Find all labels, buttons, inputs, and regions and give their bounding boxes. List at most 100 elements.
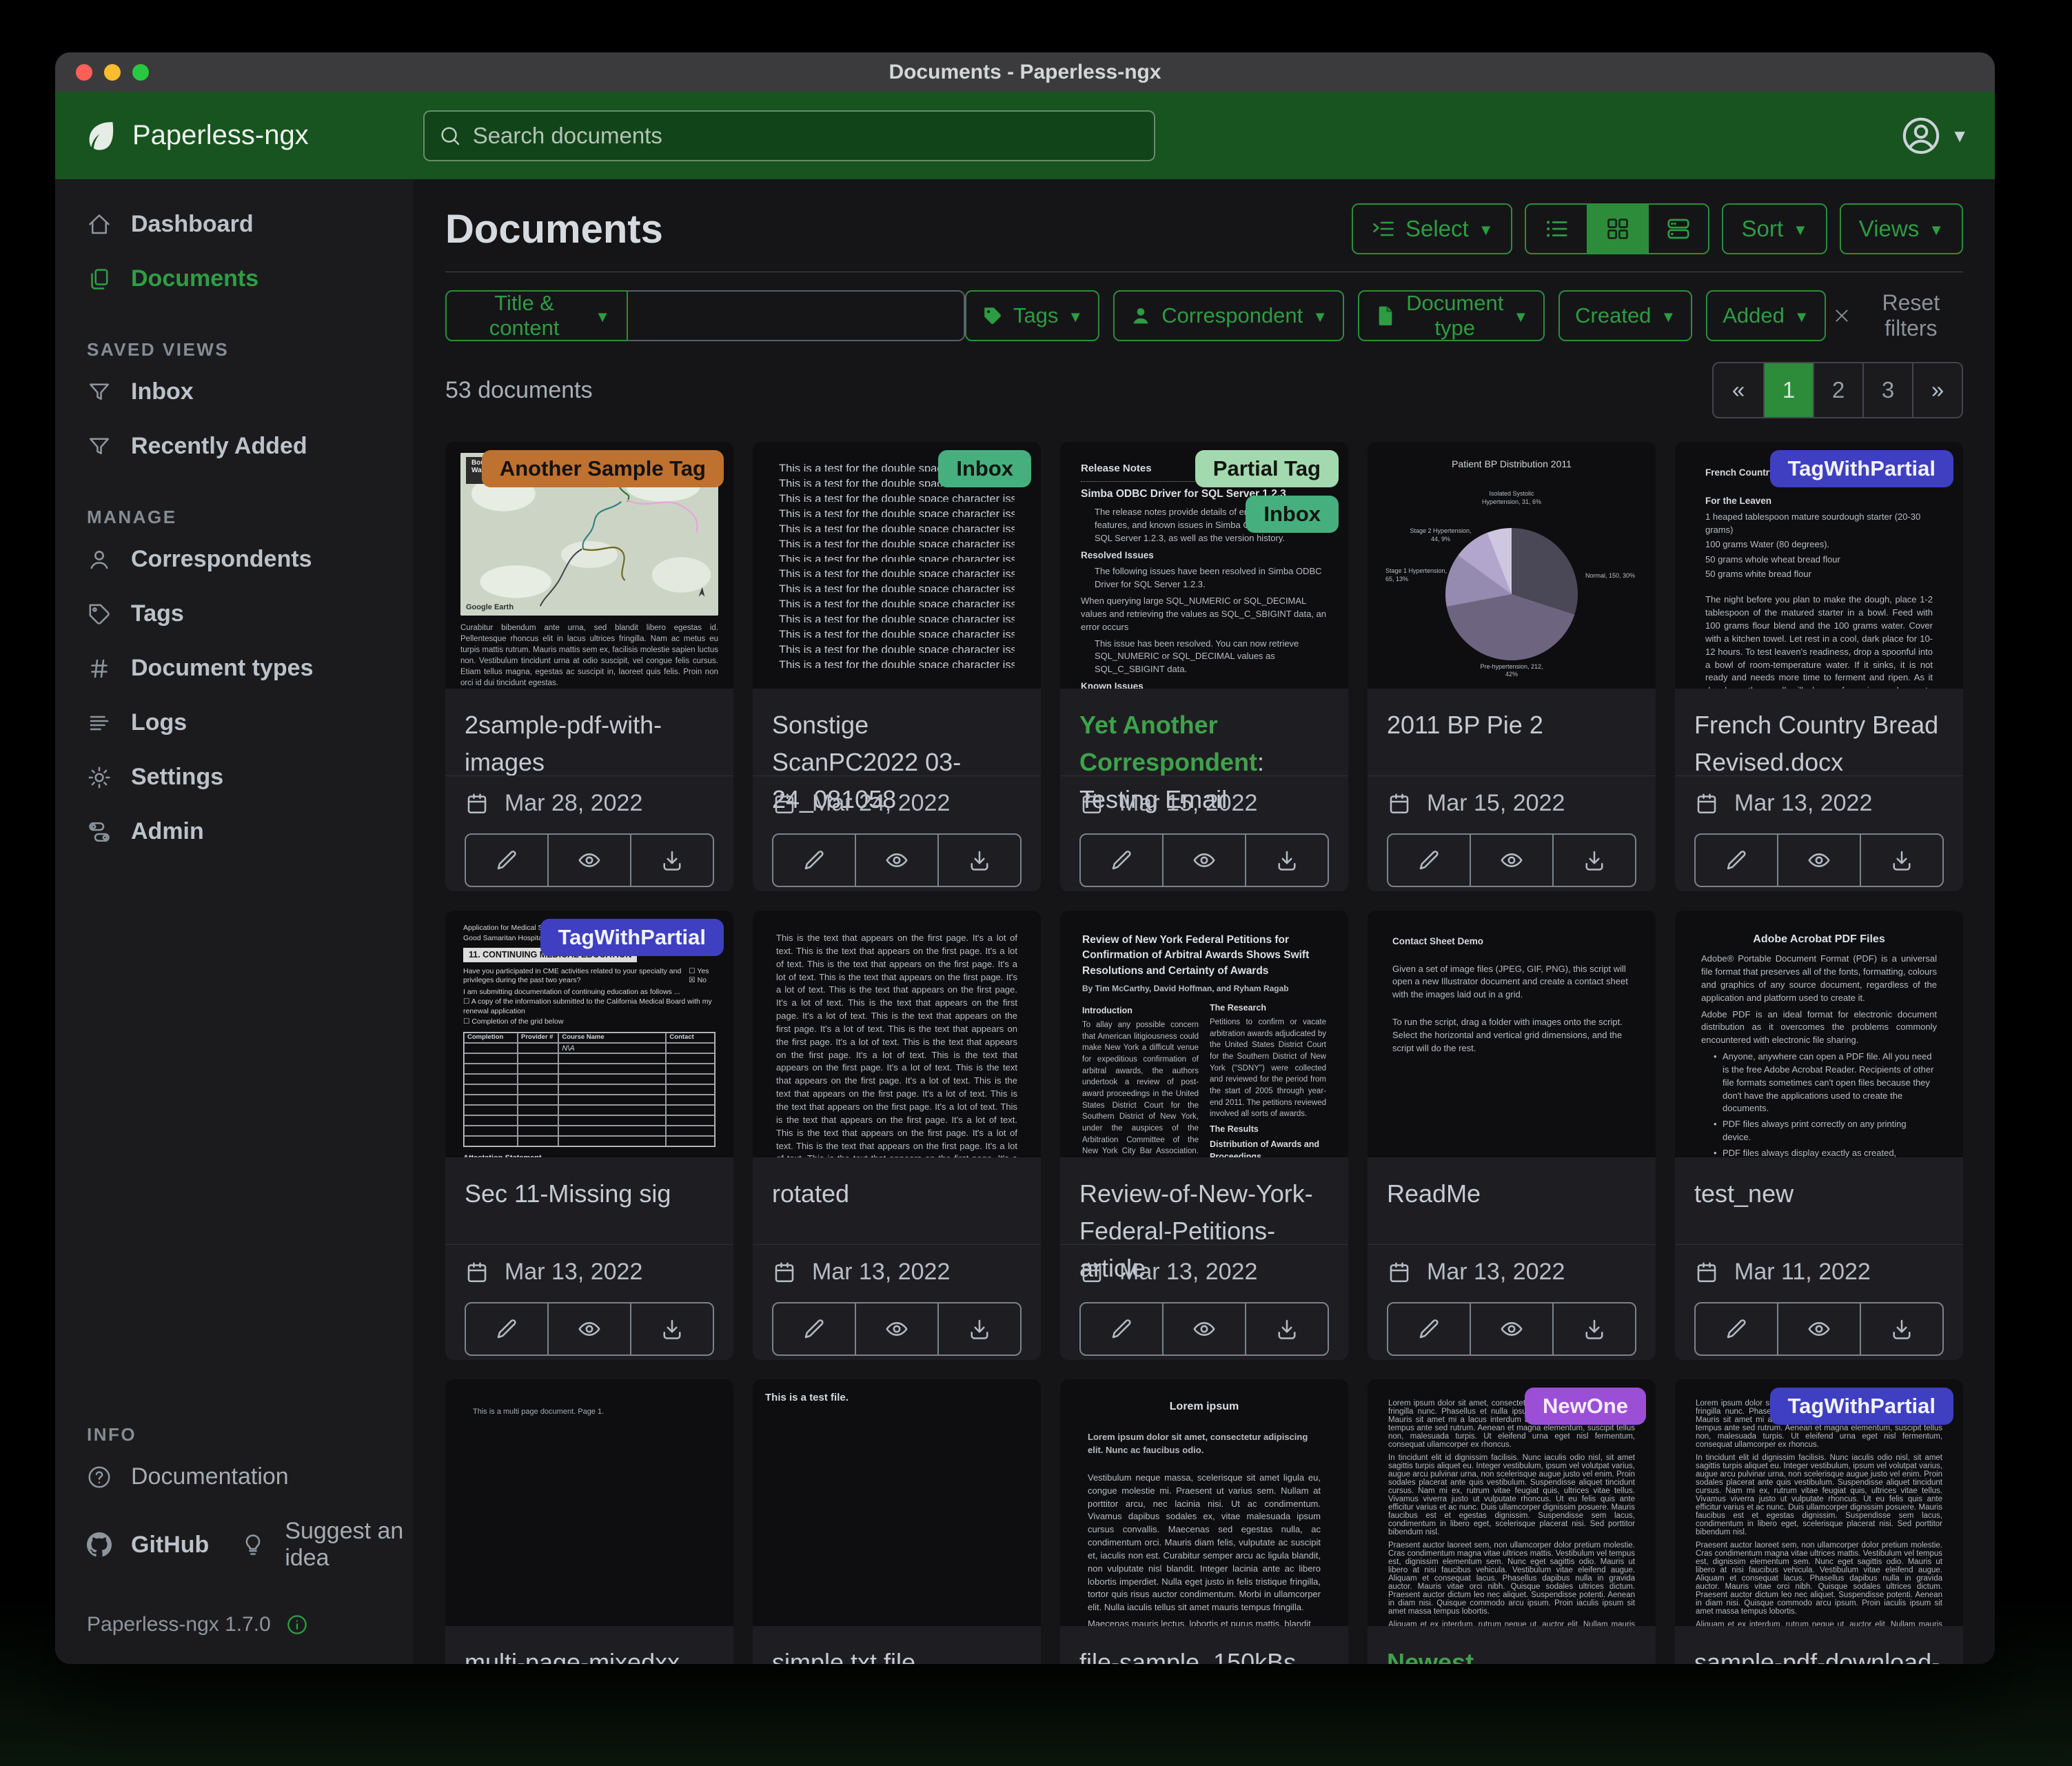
pagination-next-button[interactable]: » (1912, 363, 1962, 417)
view-document-button[interactable] (547, 1303, 630, 1354)
document-card[interactable]: Lorem ipsumLorem ipsum dolor sit amet, c… (1060, 1379, 1348, 1664)
tag-badge[interactable]: TagWithPartial (1770, 1388, 1953, 1425)
document-title[interactable]: ReadMe (1368, 1157, 1656, 1244)
edit-document-button[interactable] (1081, 835, 1162, 886)
download-document-button[interactable] (630, 835, 713, 886)
edit-document-button[interactable] (773, 1303, 855, 1354)
document-card[interactable]: Another Sample TagBoundary Waters TripGo… (445, 442, 733, 891)
download-document-button[interactable] (1552, 835, 1635, 886)
filter-correspondent-button[interactable]: Correspondent▼ (1113, 290, 1344, 341)
sidebar-item-admin[interactable]: Admin (55, 804, 414, 859)
document-card[interactable]: Patient BP Distribution 2011Normal, 150,… (1368, 442, 1656, 891)
document-card[interactable]: TagWithPartialLorem ipsum dolor sit amet… (1675, 1379, 1963, 1664)
sidebar-item-recently-added[interactable]: Recently Added (55, 419, 414, 474)
sidebar-item-github[interactable]: GitHub (55, 1518, 209, 1572)
sidebar-item-document-types[interactable]: Document types (55, 641, 414, 696)
document-title[interactable]: sample-pdf-download-10-mb-longer-title (1675, 1626, 1963, 1664)
tag-badge[interactable]: Another Sample Tag (482, 450, 724, 487)
filter-query-input[interactable] (627, 290, 965, 341)
edit-document-button[interactable] (1081, 1303, 1162, 1354)
app-brand[interactable]: Paperless-ngx (81, 117, 309, 154)
filter-added-button[interactable]: Added▼ (1706, 290, 1825, 341)
views-button[interactable]: Views ▼ (1840, 203, 1963, 254)
document-title[interactable]: file-sample_150kBs (1060, 1626, 1348, 1664)
document-card[interactable]: Partial TagInboxRelease NotesSimba ODBC … (1060, 442, 1348, 891)
sidebar-item-settings[interactable]: Settings (55, 750, 414, 804)
document-title[interactable]: Yet Another Correspondent: Testing Email (1060, 689, 1348, 775)
edit-document-button[interactable] (1696, 1303, 1777, 1354)
document-card[interactable]: Adobe Acrobat PDF FilesAdobe® Portable D… (1675, 911, 1963, 1360)
sidebar-item-suggest-idea[interactable]: Suggest an idea (209, 1504, 414, 1585)
document-title[interactable]: Review-of-New-York-Federal-Petitions-art… (1060, 1157, 1348, 1244)
correspondent-link[interactable]: Newest Correspondent (1387, 1648, 1565, 1664)
download-document-button[interactable] (937, 835, 1020, 886)
info-icon[interactable] (286, 1614, 308, 1636)
tag-badge[interactable]: NewOne (1525, 1388, 1646, 1425)
document-title[interactable]: 2sample-pdf-with-images (445, 689, 733, 775)
view-document-button[interactable] (1470, 835, 1552, 886)
document-title[interactable]: rotated (753, 1157, 1041, 1244)
document-card[interactable]: InboxThis is a test for the double space… (753, 442, 1041, 891)
minimize-button[interactable] (104, 64, 121, 81)
correspondent-link[interactable]: Yet Another Correspondent (1079, 711, 1257, 776)
edit-document-button[interactable] (466, 835, 547, 886)
document-card[interactable]: This is a multi page document. Page 1.mu… (445, 1379, 733, 1664)
download-document-button[interactable] (1245, 1303, 1328, 1354)
pagination-page-3[interactable]: 3 (1862, 363, 1912, 417)
pagination-page-1[interactable]: 1 (1763, 363, 1813, 417)
download-document-button[interactable] (630, 1303, 713, 1354)
edit-document-button[interactable] (1696, 835, 1777, 886)
view-document-button[interactable] (1162, 1303, 1245, 1354)
view-table-button[interactable] (1526, 205, 1587, 253)
view-document-button[interactable] (855, 835, 937, 886)
document-card[interactable]: NewOneLorem ipsum dolor sit amet, consec… (1368, 1379, 1656, 1664)
sort-button[interactable]: Sort ▼ (1722, 203, 1827, 254)
filter-created-button[interactable]: Created▼ (1558, 290, 1692, 341)
document-title[interactable]: multi-page-mixedxx (445, 1626, 733, 1664)
sidebar-item-logs[interactable]: Logs (55, 696, 414, 750)
download-document-button[interactable] (1552, 1303, 1635, 1354)
view-document-button[interactable] (1162, 835, 1245, 886)
tag-badge[interactable]: TagWithPartial (540, 919, 724, 956)
download-document-button[interactable] (1860, 1303, 1942, 1354)
document-title[interactable]: Newest Correspondent: f_combineds (1368, 1626, 1656, 1664)
document-title[interactable]: Sec 11-Missing sig (445, 1157, 733, 1244)
reset-filters-button[interactable]: Reset filters (1833, 290, 1963, 341)
document-title[interactable]: test_new (1675, 1157, 1963, 1244)
tag-badge[interactable]: TagWithPartial (1770, 450, 1953, 487)
user-menu[interactable]: ▼ (1901, 116, 1969, 156)
select-button[interactable]: Select ▼ (1352, 203, 1513, 254)
download-document-button[interactable] (937, 1303, 1020, 1354)
view-document-button[interactable] (1470, 1303, 1552, 1354)
view-document-button[interactable] (1777, 1303, 1860, 1354)
document-card[interactable]: TagWithPartialFrench Country BreadFor th… (1675, 442, 1963, 891)
edit-document-button[interactable] (1388, 1303, 1470, 1354)
view-document-button[interactable] (1777, 835, 1860, 886)
sidebar-item-dashboard[interactable]: Dashboard (55, 197, 414, 252)
pagination-prev-button[interactable]: « (1714, 363, 1763, 417)
edit-document-button[interactable] (466, 1303, 547, 1354)
sidebar-item-tags[interactable]: Tags (55, 587, 414, 641)
zoom-button[interactable] (132, 64, 149, 81)
sidebar-item-documents[interactable]: Documents (55, 252, 414, 306)
view-grid-button[interactable] (1587, 205, 1647, 253)
download-document-button[interactable] (1245, 835, 1328, 886)
sidebar-item-documentation[interactable]: Documentation (55, 1450, 414, 1504)
filter-tags-button[interactable]: Tags▼ (965, 290, 1099, 341)
document-title[interactable]: Sonstige ScanPC2022 03-24_081058 (753, 689, 1041, 775)
download-document-button[interactable] (1860, 835, 1942, 886)
sidebar-item-correspondents[interactable]: Correspondents (55, 532, 414, 587)
close-button[interactable] (76, 64, 92, 81)
document-card[interactable]: Review of New York Federal Petitions for… (1060, 911, 1348, 1360)
view-document-button[interactable] (855, 1303, 937, 1354)
filter-document-type-button[interactable]: Document type▼ (1358, 290, 1545, 341)
search-input[interactable] (473, 123, 1140, 149)
edit-document-button[interactable] (773, 835, 855, 886)
document-card[interactable]: TagWithPartialApplication for Medical St… (445, 911, 733, 1360)
document-title[interactable]: 2011 BP Pie 2 (1368, 689, 1656, 775)
global-search[interactable] (423, 110, 1155, 161)
document-card[interactable]: This is the text that appears on the fir… (753, 911, 1041, 1360)
document-card[interactable]: This is a test file.simple txt file (753, 1379, 1041, 1664)
tag-badge[interactable]: Partial Tag (1195, 450, 1339, 487)
document-title[interactable]: simple txt file (753, 1626, 1041, 1664)
